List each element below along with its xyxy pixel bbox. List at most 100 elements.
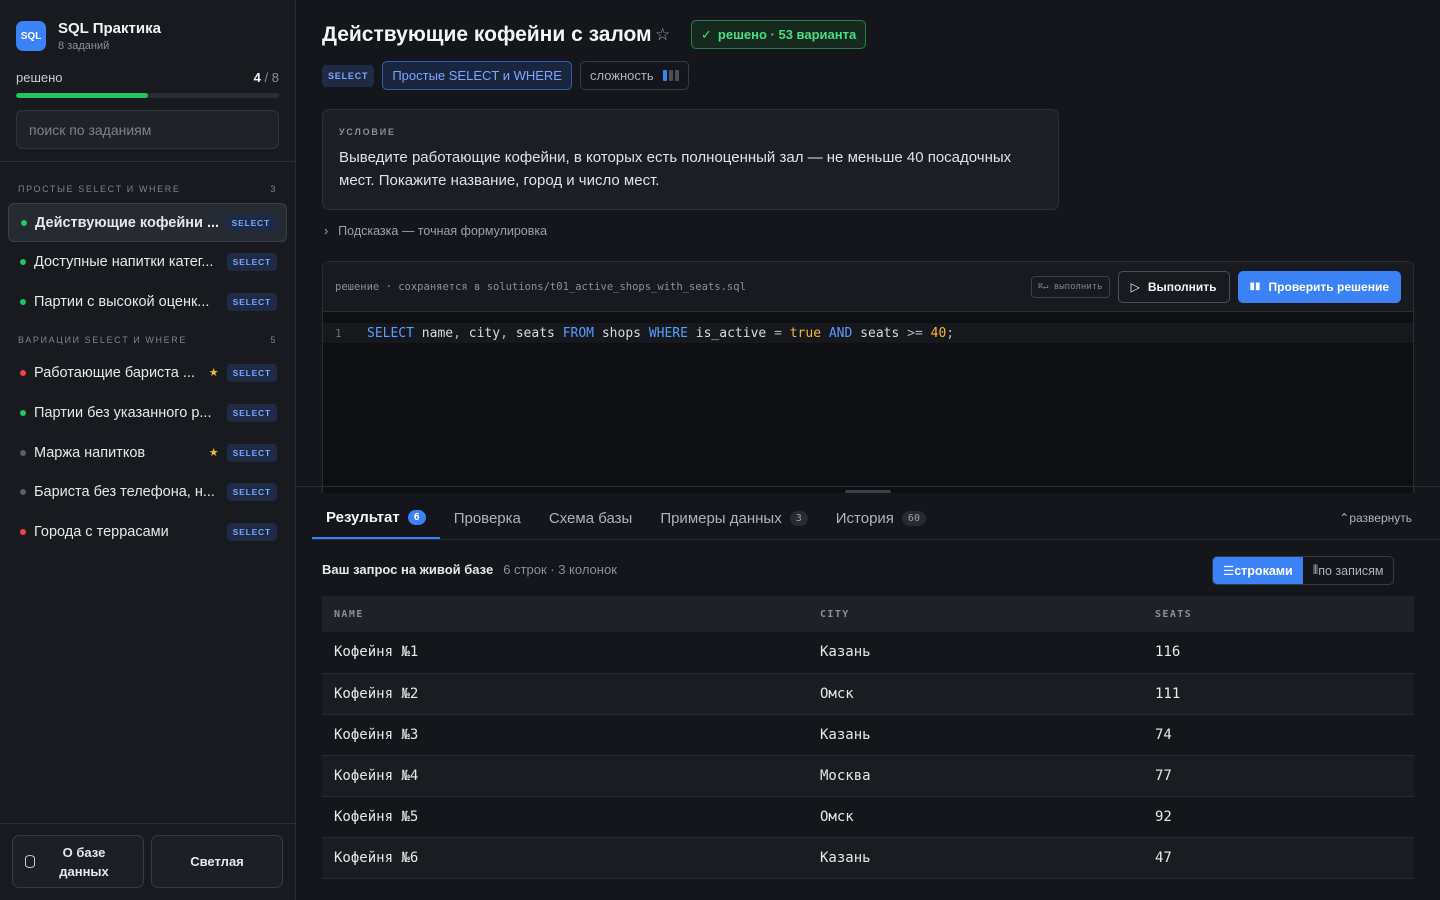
cell-seats: 74 — [1143, 714, 1414, 756]
task-item[interactable]: Партии с высокой оценк... SELECT — [8, 282, 287, 321]
topic-tag[interactable]: Простые SELECT и WHERE — [382, 61, 572, 90]
condition-card: УСЛОВИЕ Выведите работающие кофейни, в к… — [322, 109, 1059, 210]
divider — [296, 486, 1440, 487]
task-label: Города с террасами — [34, 523, 169, 540]
task-item[interactable]: Партии без указанного р... SELECT — [8, 393, 287, 432]
brand: SQL SQL Практика 8 заданий — [16, 20, 161, 52]
condition-text: Выведите работающие кофейни, в которых е… — [339, 149, 1012, 189]
view-records-button[interactable]: ⦀ по записям — [1303, 557, 1394, 584]
theme-toggle-button[interactable]: Светлая — [151, 835, 283, 888]
task-tag: SELECT — [226, 522, 277, 541]
editor-toolbar: решение · сохраняется в solutions/t01_ac… — [323, 262, 1413, 312]
view-toggle: ☰ строками ⦀ по записям — [1212, 556, 1395, 585]
result-heading: Ваш запрос на живой базе 6 строк · 3 коло… — [322, 562, 617, 577]
sql-editor: решение · сохраняется в solutions/t01_ac… — [322, 261, 1414, 493]
task-tag: SELECT — [226, 252, 277, 271]
task-item[interactable]: Города с террасами SELECT — [8, 512, 287, 551]
search-input[interactable] — [16, 110, 279, 149]
expand-button[interactable]: ⌃развернуть — [1339, 511, 1412, 525]
cell-city: Омск — [808, 796, 1143, 838]
star-outline-icon[interactable]: ☆ — [655, 25, 670, 45]
progress-bar-fill — [16, 93, 148, 98]
task-label: Маржа напитков — [34, 444, 146, 461]
cell-name: Кофейня №3 — [322, 714, 808, 756]
about-db-button[interactable]: О базе данных — [12, 835, 144, 888]
solution-path: решение · сохраняется в solutions/t01_ac… — [335, 280, 746, 293]
sidebar: SQL SQL Практика 8 заданий решено 4 / 8 … — [0, 0, 296, 900]
view-rows-button[interactable]: ☰ строками — [1213, 557, 1303, 584]
table-row: Кофейня №4 Москва 77 — [322, 755, 1414, 797]
task-label: Партии с высокой оценк... — [34, 293, 210, 310]
column-header[interactable]: NAME — [322, 596, 808, 632]
table-row: Кофейня №2 Омск 111 — [322, 673, 1414, 715]
status-dot — [20, 449, 26, 456]
cell-seats: 92 — [1143, 796, 1414, 838]
database-icon — [25, 855, 35, 868]
condition-heading: УСЛОВИЕ — [339, 127, 396, 137]
progress-summary: решено 4 / 8 — [16, 70, 279, 85]
task-item[interactable]: Действующие кофейни ... SELECT — [8, 203, 287, 242]
cell-name: Кофейня №2 — [322, 673, 808, 715]
table-row: Кофейня №6 Казань 47 — [322, 837, 1414, 879]
cell-seats: 47 — [1143, 837, 1414, 879]
task-tag: SELECT — [226, 443, 277, 462]
task-item[interactable]: Работающие бариста ... ★ SELECT — [8, 353, 287, 392]
column-header[interactable]: CITY — [808, 596, 1143, 632]
line-number: 1 — [335, 326, 342, 340]
hint-toggle[interactable]: › Подсказка — точная формулировка — [324, 224, 547, 238]
hint-label: Подсказка — точная формулировка — [338, 224, 548, 238]
progress-count: 4 / 8 — [253, 70, 279, 85]
tab-result[interactable]: Результат 6 — [312, 497, 440, 539]
tab-check[interactable]: Проверка — [440, 497, 535, 539]
task-item[interactable]: Доступные напитки катег... SELECT — [8, 242, 287, 281]
task-label: Бариста без телефона, н... — [34, 483, 215, 500]
task-item[interactable]: Бариста без телефона, н... SELECT — [8, 472, 287, 511]
play-icon: ▷ — [1130, 279, 1140, 294]
tab-data-samples[interactable]: Примеры данных 3 — [646, 497, 821, 539]
status-dot — [20, 298, 26, 305]
app-logo: SQL — [16, 21, 46, 51]
tab-count: 60 — [901, 510, 926, 526]
table-row: Кофейня №3 Казань 74 — [322, 714, 1414, 756]
result-meta: 6 строк · 3 колонок — [503, 562, 617, 577]
about-db-label: О базе данных — [59, 844, 109, 879]
solved-badge: ✓ решено · 53 варианта — [691, 20, 867, 49]
chevron-up-icon: ⌃ — [1339, 511, 1350, 525]
progress-label: решено — [16, 70, 63, 85]
app-title: SQL Практика — [58, 20, 161, 37]
status-dot — [20, 488, 26, 495]
tab-history[interactable]: История 60 — [822, 497, 940, 539]
cell-city: Казань — [808, 837, 1143, 879]
table-row: Кофейня №5 Омск 92 — [322, 796, 1414, 838]
cell-name: Кофейня №1 — [322, 632, 808, 674]
progress-bar — [16, 93, 279, 98]
task-tag: SELECT — [226, 403, 277, 422]
task-item[interactable]: Маржа напитков ★ SELECT — [8, 433, 287, 472]
difficulty-tag: сложность — [579, 61, 689, 90]
task-tag: SELECT — [225, 213, 276, 232]
cell-city: Казань — [808, 632, 1143, 674]
resize-handle[interactable] — [845, 490, 891, 493]
check-icon: ✓ — [701, 26, 712, 42]
check-solution-button[interactable]: ▮▮ Проверить решение — [1237, 270, 1401, 303]
cell-name: Кофейня №4 — [322, 755, 808, 797]
cell-name: Кофейня №6 — [322, 837, 808, 879]
status-dot — [20, 409, 26, 416]
code-line[interactable]: 1 SELECT name, city, seats FROM shops WH… — [323, 323, 1413, 343]
tab-schema[interactable]: Схема базы — [535, 497, 646, 539]
column-header[interactable]: SEATS — [1143, 596, 1414, 632]
result-tabs: Результат 6 Проверка Схема базы Примеры д… — [312, 497, 1440, 540]
task-tag: SELECT — [226, 292, 277, 311]
status-dot — [20, 258, 26, 265]
cell-seats: 111 — [1143, 673, 1414, 715]
result-table: NAME CITY SEATS Кофейня №1 Казань 116 Кофе… — [322, 596, 1414, 879]
cell-seats: 116 — [1143, 632, 1414, 674]
run-shortcut-hint: ⌘↵ выполнить — [1030, 275, 1110, 298]
status-dot — [21, 219, 27, 226]
cell-name: Кофейня №5 — [322, 796, 808, 838]
table-header-row: NAME CITY SEATS — [322, 596, 1414, 632]
run-button[interactable]: ▷ Выполнить — [1117, 270, 1230, 303]
star-icon: ★ — [208, 447, 219, 459]
task-tag: SELECT — [226, 482, 277, 501]
cell-city: Москва — [808, 755, 1143, 797]
